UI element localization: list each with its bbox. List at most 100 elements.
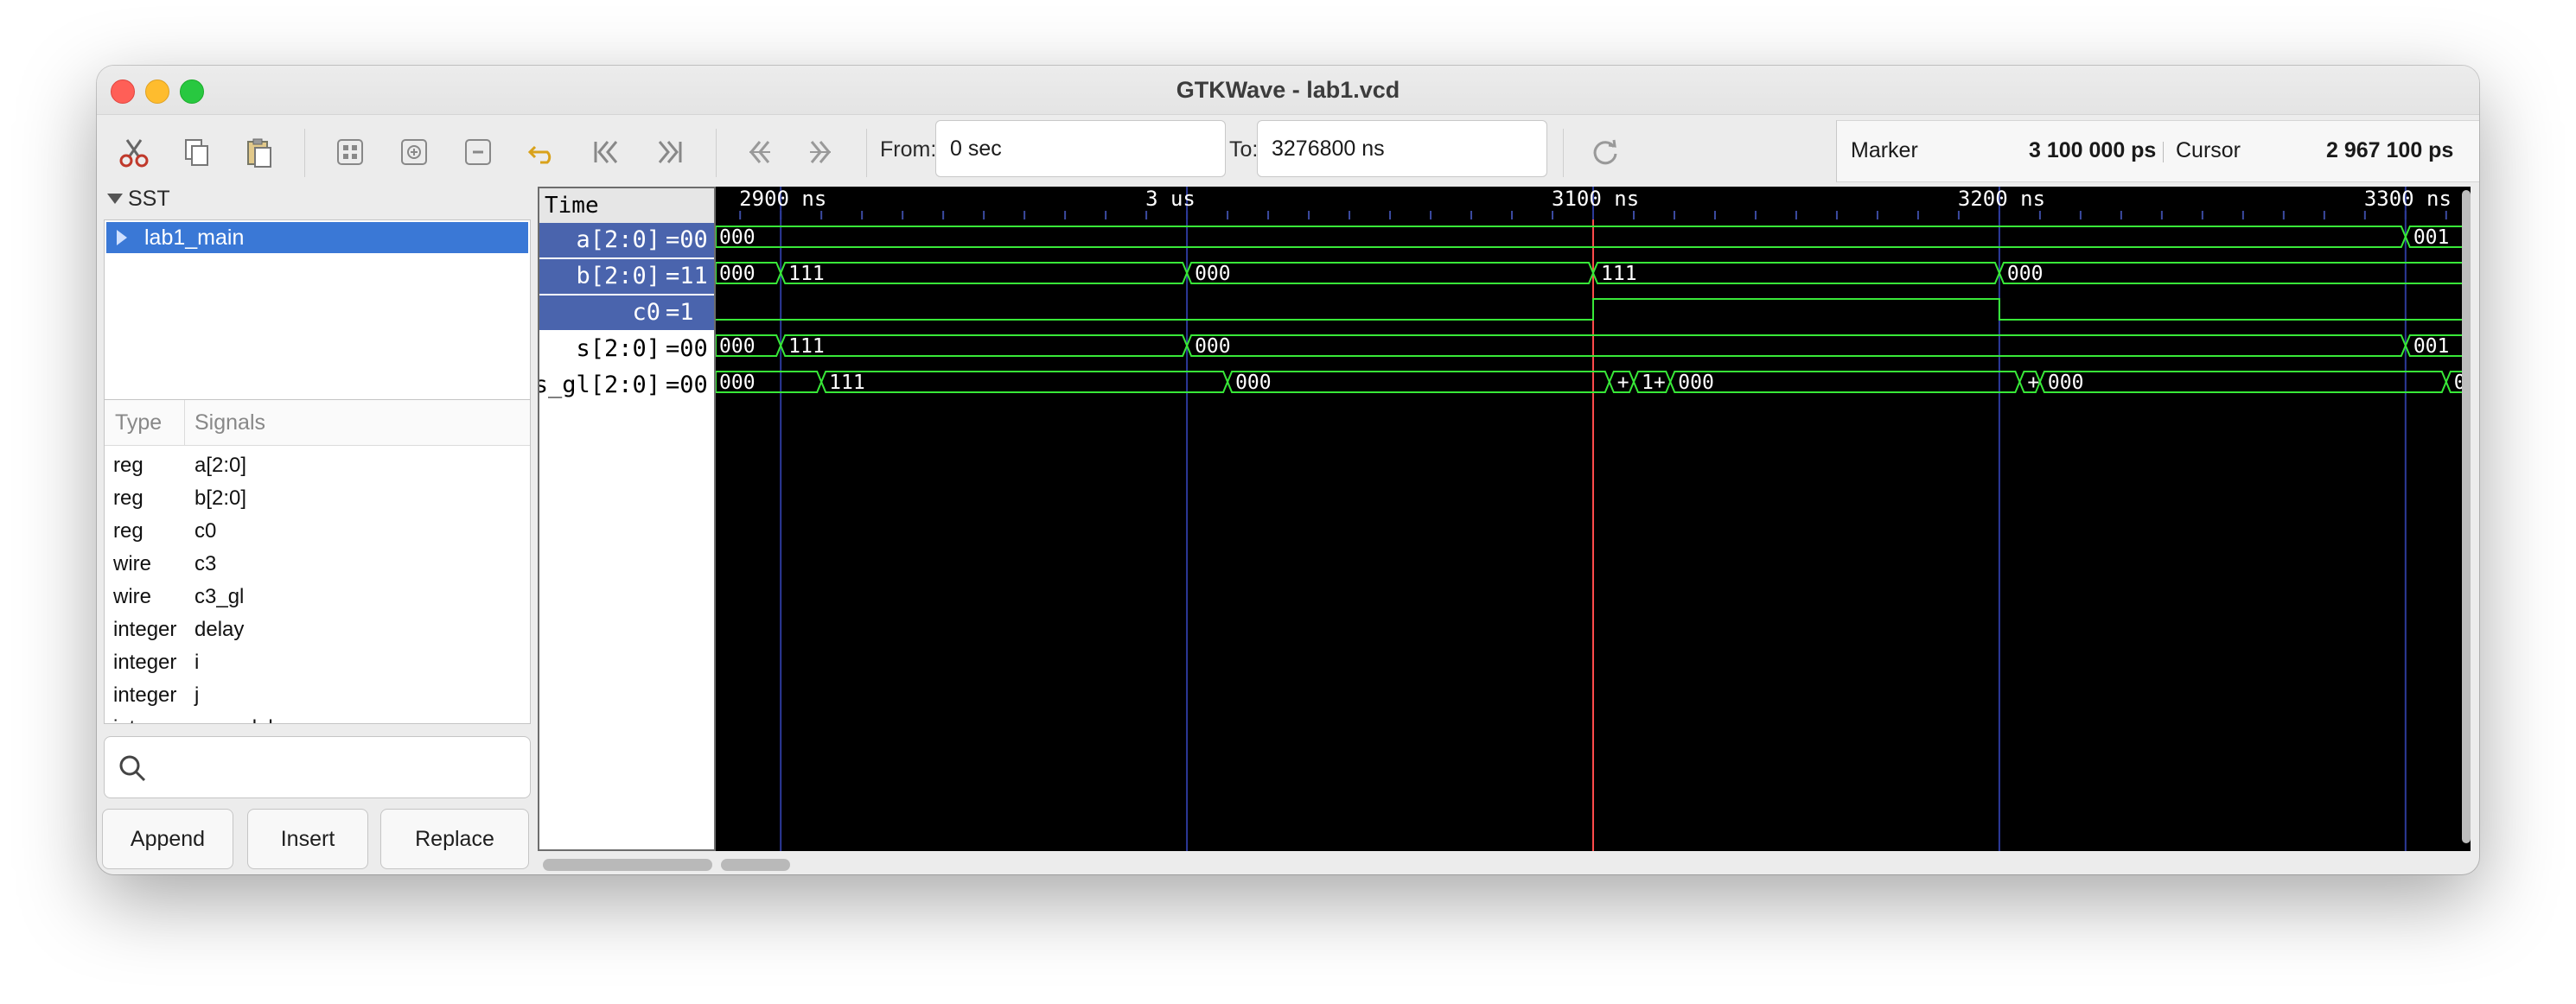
signal-row-a[interactable]: a[2:0] =00 bbox=[539, 223, 714, 257]
names-scroll-thumb[interactable] bbox=[543, 859, 712, 871]
signal-names-pane: Time a[2:0] =00 b[2:0] =11 c0 =1 s[2:0] … bbox=[538, 187, 716, 851]
marker-cursor-panel: Marker 3 100 000 ps Cursor 2 967 100 ps bbox=[1836, 120, 2479, 182]
disclosure-triangle-icon bbox=[107, 194, 123, 204]
bus-value-label: 001 bbox=[2413, 226, 2450, 249]
signal-name: s[2:0] bbox=[576, 335, 660, 362]
zoom-fit-button[interactable] bbox=[330, 132, 370, 172]
gtkwave-window: GTKWave - lab1.vcd From: 0 sec To: 32768… bbox=[97, 66, 2479, 874]
wave-scroll-thumb[interactable] bbox=[721, 859, 790, 871]
next-edge-icon bbox=[810, 141, 831, 163]
tree-item-lab1-main[interactable]: lab1_main bbox=[106, 222, 528, 253]
signal-search-field[interactable] bbox=[104, 736, 531, 798]
signal-row[interactable]: integer max_delay bbox=[105, 711, 530, 723]
zoom-end-button[interactable] bbox=[650, 132, 690, 172]
bus-segment bbox=[716, 226, 2407, 248]
signal-name: a[2:0] bbox=[576, 226, 660, 253]
bus-value-label: 1+ bbox=[1642, 372, 1666, 394]
bus-value-label: 000 bbox=[719, 263, 756, 285]
expand-arrow-icon[interactable] bbox=[117, 230, 127, 245]
append-button[interactable]: Append bbox=[102, 809, 233, 869]
cut-icon bbox=[119, 139, 149, 168]
bus-value-label: + bbox=[1617, 372, 1629, 394]
marker-value: 3 100 000 ps bbox=[2029, 138, 2157, 162]
bus-value-label: 111 bbox=[788, 335, 825, 358]
signal-name: b[2:0] bbox=[194, 486, 247, 510]
signals-column-header[interactable]: Signals bbox=[194, 410, 265, 435]
cursor-value: 2 967 100 ps bbox=[2326, 138, 2454, 162]
replace-button[interactable]: Replace bbox=[380, 809, 529, 869]
time-header: Time bbox=[539, 188, 714, 223]
bus-segment bbox=[1998, 262, 2471, 284]
signal-row[interactable]: integer j bbox=[105, 678, 530, 711]
signal-type: integer bbox=[113, 683, 177, 707]
time-label: 3300 ns bbox=[2364, 187, 2452, 211]
signal-row[interactable]: wire c3_gl bbox=[105, 580, 530, 613]
cursor-label: Cursor bbox=[2176, 138, 2241, 162]
bus-segment bbox=[780, 262, 1189, 284]
column-divider bbox=[184, 400, 185, 445]
time-label: 3100 ns bbox=[1552, 187, 1639, 211]
horizontal-scrollbar[interactable] bbox=[538, 854, 2474, 873]
signal-name: a[2:0] bbox=[194, 454, 247, 477]
waveform-canvas[interactable]: 2900 ns 3 us 3100 ns 3200 ns 3300 ns 000 001 00… bbox=[716, 187, 2471, 851]
bus-value-label: 111 bbox=[788, 263, 825, 285]
zoom-in-button[interactable] bbox=[394, 132, 434, 172]
cut-button[interactable] bbox=[114, 132, 154, 172]
bit-trace bbox=[716, 298, 2471, 321]
signal-type: reg bbox=[113, 486, 143, 510]
zoom-out-icon bbox=[465, 139, 491, 165]
signal-name: c3 bbox=[194, 552, 217, 575]
signal-row[interactable]: integer i bbox=[105, 645, 530, 678]
signal-type: integer bbox=[113, 651, 177, 674]
signal-type: reg bbox=[113, 519, 143, 543]
prev-edge-button[interactable] bbox=[738, 132, 778, 172]
zoom-start-button[interactable] bbox=[586, 132, 626, 172]
signal-row-s-gl[interactable]: s_gl[2:0] =00 bbox=[539, 368, 714, 403]
toolbar-separator bbox=[1563, 129, 1564, 177]
waveform-view[interactable]: 2900 ns 3 us 3100 ns 3200 ns 3300 ns 000 001 00… bbox=[716, 187, 2471, 851]
bus-segment bbox=[1669, 371, 2021, 393]
signal-row[interactable]: reg b[2:0] bbox=[105, 481, 530, 514]
signal-value: =00 bbox=[666, 372, 708, 398]
signal-type: wire bbox=[113, 552, 152, 575]
signal-type: integer bbox=[113, 618, 177, 641]
signal-row-s[interactable]: s[2:0] =00 bbox=[539, 332, 714, 366]
undo-button[interactable] bbox=[522, 132, 562, 172]
signal-row-b[interactable]: b[2:0] =11 bbox=[539, 259, 714, 294]
bus-value-label: 000 bbox=[719, 372, 756, 394]
title-bar: GTKWave - lab1.vcd bbox=[97, 66, 2479, 115]
zoom-end-icon bbox=[658, 141, 682, 163]
copy-button[interactable] bbox=[176, 132, 216, 172]
bus-segment bbox=[1186, 262, 1595, 284]
signal-row[interactable]: reg c0 bbox=[105, 514, 530, 547]
type-column-header[interactable]: Type bbox=[115, 410, 162, 435]
signal-name: b[2:0] bbox=[576, 263, 660, 289]
signal-row[interactable]: wire c3 bbox=[105, 547, 530, 580]
signal-type: integer bbox=[113, 716, 176, 723]
signal-name: c3_gl bbox=[194, 585, 245, 608]
tree-item-label: lab1_main bbox=[144, 226, 245, 250]
from-time-input[interactable]: 0 sec bbox=[935, 120, 1226, 177]
window-title: GTKWave - lab1.vcd bbox=[1176, 77, 1400, 103]
bus-value-label: 000 bbox=[1235, 372, 1272, 394]
to-time-input[interactable]: 3276800 ns bbox=[1257, 120, 1547, 177]
signal-row[interactable]: integer delay bbox=[105, 613, 530, 645]
vertical-scrollbar[interactable] bbox=[2462, 190, 2471, 843]
zoom-in-icon bbox=[401, 139, 427, 165]
sst-header[interactable]: SST bbox=[102, 187, 170, 212]
next-edge-button[interactable] bbox=[802, 132, 842, 172]
bus-segment bbox=[1591, 262, 2000, 284]
signal-row[interactable]: reg a[2:0] bbox=[105, 448, 530, 481]
bus-value-label: 000 bbox=[719, 226, 756, 249]
signal-value: =11 bbox=[666, 263, 708, 289]
toolbar-separator bbox=[716, 129, 717, 177]
signal-name: max_delay bbox=[194, 716, 295, 723]
signal-value: =1 bbox=[666, 299, 694, 326]
insert-button[interactable]: Insert bbox=[247, 809, 368, 869]
bus-value-label: 000 bbox=[2007, 263, 2044, 285]
signal-row-c0[interactable]: c0 =1 bbox=[539, 295, 714, 330]
zoom-out-button[interactable] bbox=[458, 132, 498, 172]
paste-button[interactable] bbox=[239, 132, 278, 172]
marker-divider bbox=[2163, 142, 2164, 162]
reload-button[interactable] bbox=[1585, 132, 1625, 172]
